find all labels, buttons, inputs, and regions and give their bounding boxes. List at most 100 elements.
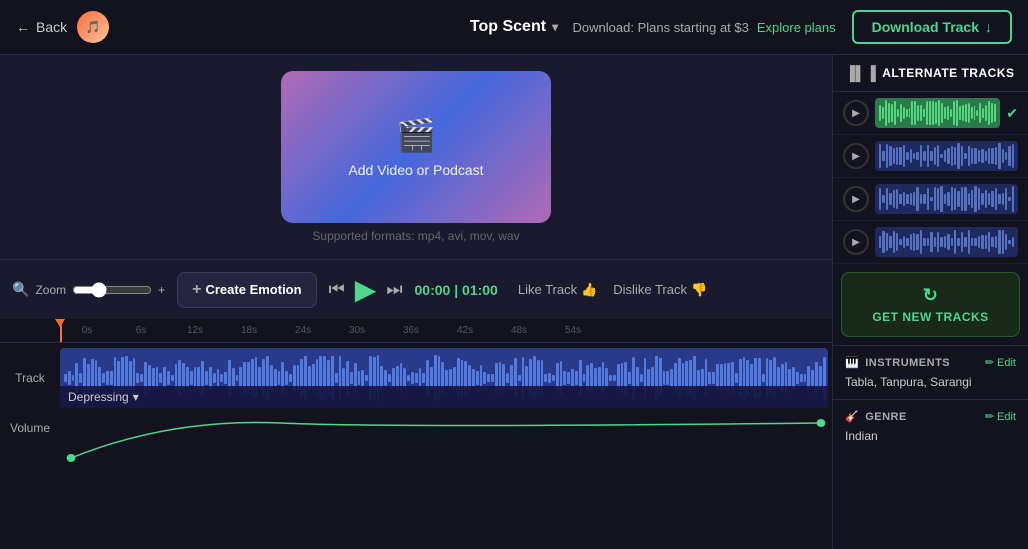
back-arrow-icon: ←: [16, 19, 30, 35]
zoom-label: Zoom: [35, 283, 66, 297]
dislike-label: Dislike Track: [613, 282, 687, 297]
ruler-mark-12s: 12s: [168, 325, 222, 336]
emotion-tag[interactable]: Depressing ▾: [60, 386, 828, 408]
genre-edit-label: Edit: [997, 411, 1016, 423]
instruments-edit-label: Edit: [997, 357, 1016, 369]
genre-label: GENRE: [865, 411, 907, 423]
alternate-track-1: ▶ ✔: [833, 92, 1028, 135]
video-upload-card[interactable]: 🎬 Add Video or Podcast: [281, 71, 551, 223]
plus-icon: +: [192, 281, 201, 299]
genre-header: 🎸 GENRE ✏ Edit: [845, 410, 1016, 423]
instruments-title: 🎹 INSTRUMENTS: [845, 356, 950, 369]
track-3-waveform: [875, 184, 1018, 214]
time-display: 00:00 | 01:00: [415, 282, 498, 298]
top-scent-selector[interactable]: Top Scent ▾: [470, 18, 558, 36]
create-emotion-button[interactable]: + Create Emotion: [177, 272, 316, 308]
timeline-area: 0s 6s 12s 18s 24s 30s 36s 42s 48s 54s Tr…: [0, 319, 832, 549]
time-ruler: 0s 6s 12s 18s 24s 30s 36s 42s 48s 54s: [0, 319, 832, 343]
zoom-control: 🔍 Zoom +: [12, 281, 165, 298]
zoom-slider[interactable]: [72, 282, 152, 298]
time-total: 01:00: [462, 282, 498, 298]
alternate-tracks-title: ALTERNATE TRACKS: [882, 66, 1014, 80]
zoom-plus-icon: +: [158, 283, 165, 297]
video-area: 🎬 Add Video or Podcast Supported formats…: [0, 55, 832, 259]
waveform-icon: ▐▌▐: [845, 65, 876, 81]
ruler-mark-48s: 48s: [492, 325, 546, 336]
back-button[interactable]: ← Back: [16, 19, 67, 35]
alternate-track-4[interactable]: ▶: [833, 221, 1028, 264]
download-info-text: Download: Plans starting at $3: [573, 20, 749, 35]
alternate-track-2[interactable]: ▶: [833, 135, 1028, 178]
download-track-label: Download Track: [872, 19, 979, 35]
track-label: Track: [0, 371, 60, 385]
playback-controls: ⏮ ▶ ⏭: [329, 273, 403, 306]
genre-value: Indian: [845, 429, 1016, 443]
genre-section: 🎸 GENRE ✏ Edit Indian: [833, 399, 1028, 453]
like-label: Like Track: [518, 282, 577, 297]
track-3-play-button[interactable]: ▶: [843, 186, 869, 212]
track-1-waveform: [875, 98, 1000, 128]
ruler-mark-24s: 24s: [276, 325, 330, 336]
skip-forward-button[interactable]: ⏭: [386, 279, 402, 300]
ruler-mark-6s: 6s: [114, 325, 168, 336]
get-new-tracks-button[interactable]: ↻ GET NEW TRACKS: [841, 272, 1020, 337]
refresh-icon: ↻: [923, 285, 939, 306]
ruler-mark-0s: 0s: [60, 325, 114, 336]
thumbs-up-icon: 👍: [581, 282, 597, 298]
instruments-value: Tabla, Tanpura, Sarangi: [845, 375, 1016, 389]
ruler-mark-18s: 18s: [222, 325, 276, 336]
track-1-selected-icon: ✔: [1006, 105, 1018, 122]
zoom-icon: 🔍: [12, 281, 29, 298]
guitar-icon: 🎸: [845, 410, 859, 423]
download-arrow-icon: ↓: [985, 19, 992, 35]
main-content: 🎬 Add Video or Podcast Supported formats…: [0, 55, 1028, 549]
alternate-track-3[interactable]: ▶: [833, 178, 1028, 221]
create-emotion-label: Create Emotion: [205, 282, 301, 297]
like-track-button[interactable]: Like Track 👍: [518, 282, 597, 298]
track-1-play-button[interactable]: ▶: [843, 100, 869, 126]
track-row: Track Depressing ▾: [0, 343, 832, 413]
time-current: 00:00: [415, 282, 451, 298]
play-button[interactable]: ▶: [355, 273, 377, 306]
get-new-tracks-label: GET NEW TRACKS: [872, 310, 988, 324]
like-dislike-controls: Like Track 👍 Dislike Track 👎: [518, 282, 707, 298]
instruments-section: 🎹 INSTRUMENTS ✏ Edit Tabla, Tanpura, Sar…: [833, 345, 1028, 399]
playhead[interactable]: [60, 319, 62, 342]
track-4-waveform: [875, 227, 1018, 257]
explore-plans-link[interactable]: Explore plans: [757, 20, 836, 35]
app-header: ← Back 🎵 Top Scent ▾ Download: Plans sta…: [0, 0, 1028, 55]
ruler-mark-54s: 54s: [546, 325, 600, 336]
volume-curve[interactable]: [60, 413, 832, 468]
playhead-triangle: [55, 319, 65, 327]
track-2-play-button[interactable]: ▶: [843, 143, 869, 169]
center-panel: 🎬 Add Video or Podcast Supported formats…: [0, 55, 832, 549]
track-2-waveform: [875, 141, 1018, 171]
genre-edit-button[interactable]: ✏ Edit: [985, 410, 1016, 423]
volume-label: Volume: [0, 413, 60, 435]
ruler-mark-30s: 30s: [330, 325, 384, 336]
pencil-icon: ✏: [985, 356, 994, 369]
skip-back-button[interactable]: ⏮: [329, 279, 345, 300]
genre-pencil-icon: ✏: [985, 410, 994, 423]
emotion-chevron-icon: ▾: [133, 390, 139, 404]
instruments-icon: 🎹: [845, 356, 859, 369]
logo-icon: 🎵: [77, 11, 109, 43]
instruments-edit-button[interactable]: ✏ Edit: [985, 356, 1016, 369]
film-icon: 🎬: [396, 116, 436, 154]
supported-formats-text: Supported formats: mp4, avi, mov, wav: [312, 229, 519, 243]
back-label: Back: [36, 19, 67, 35]
emotion-tag-label: Depressing: [68, 390, 129, 404]
download-info: Download: Plans starting at $3 Explore p…: [573, 20, 836, 35]
instruments-label: INSTRUMENTS: [865, 357, 950, 369]
controls-bar: 🔍 Zoom + + Create Emotion ⏮ ▶ ⏭ 00:00 | …: [0, 259, 832, 319]
dislike-track-button[interactable]: Dislike Track 👎: [613, 282, 707, 298]
volume-curve-svg: [60, 413, 832, 468]
right-panel: ▐▌▐ ALTERNATE TRACKS ▶ ✔ ▶ ▶ ▶ ↻ GET NEW…: [832, 55, 1028, 549]
ruler-mark-36s: 36s: [384, 325, 438, 336]
track-4-play-button[interactable]: ▶: [843, 229, 869, 255]
instruments-header: 🎹 INSTRUMENTS ✏ Edit: [845, 356, 1016, 369]
genre-title: 🎸 GENRE: [845, 410, 907, 423]
track-waveform-container[interactable]: Depressing ▾: [60, 348, 828, 408]
chevron-down-icon: ▾: [552, 20, 558, 34]
download-track-button[interactable]: Download Track ↓: [852, 10, 1012, 44]
